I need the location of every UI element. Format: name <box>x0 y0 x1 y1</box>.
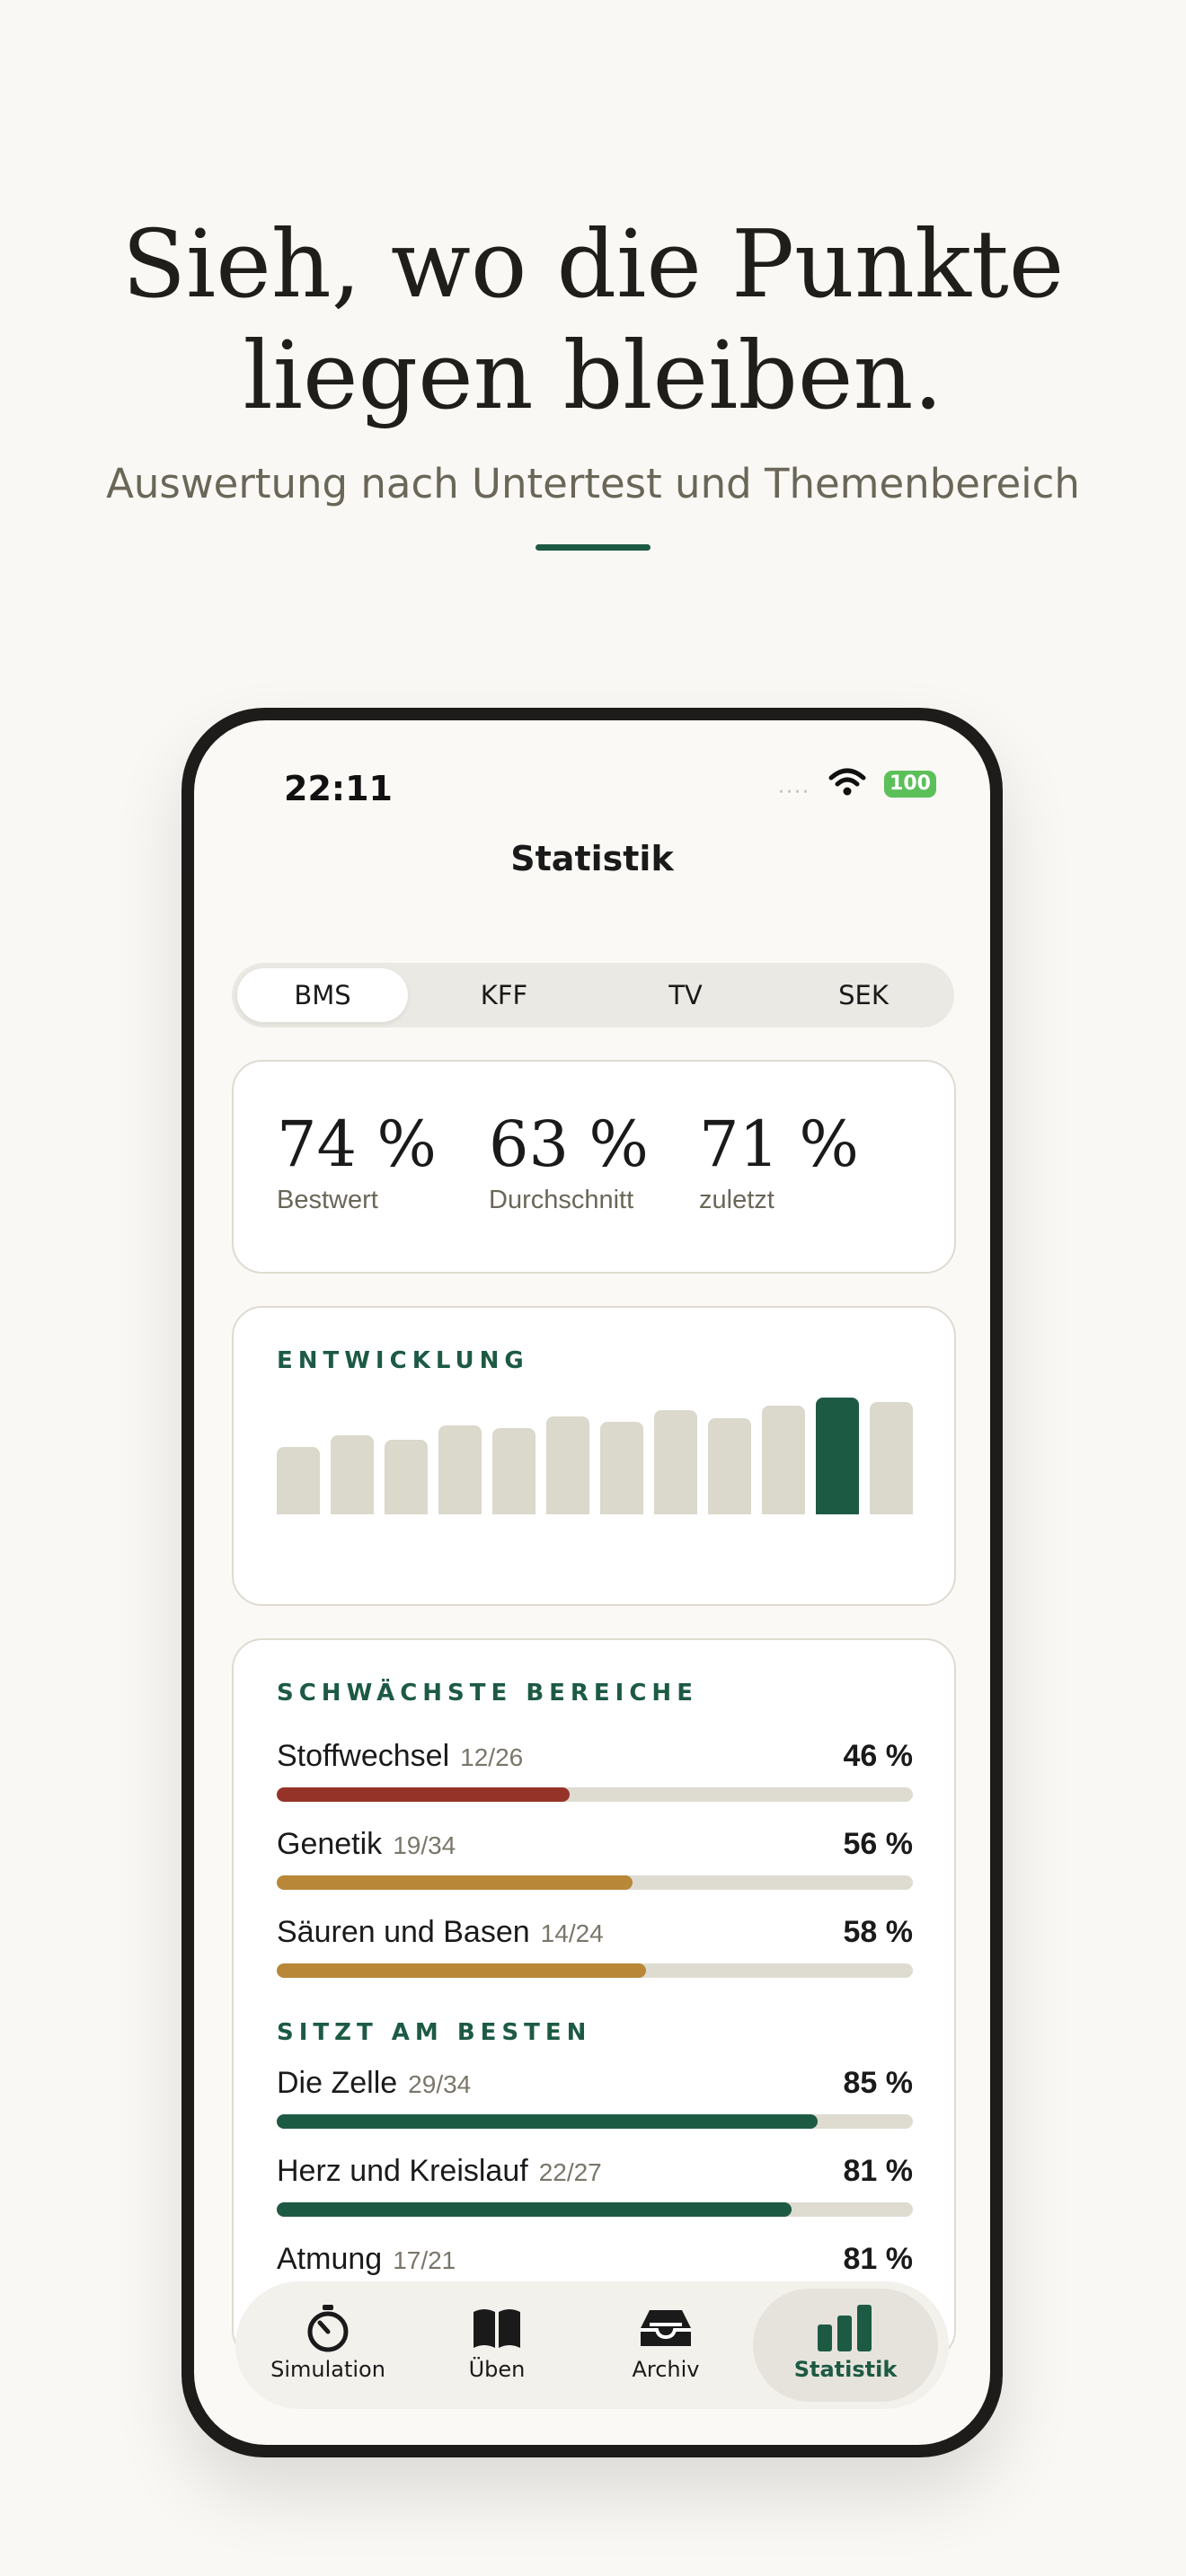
kpi-average-value: 63 % <box>489 1107 649 1181</box>
tab-ueben[interactable]: Üben <box>412 2281 582 2409</box>
segment-bms[interactable]: BMS <box>237 968 408 1022</box>
development-bar <box>492 1427 535 1514</box>
row-name: Atmung <box>277 2242 383 2276</box>
progress-track <box>277 2114 913 2129</box>
development-bar <box>870 1402 913 1514</box>
development-bar <box>385 1439 428 1514</box>
book-icon <box>412 2303 582 2353</box>
status-time: 22:11 <box>284 769 393 808</box>
development-bar <box>654 1410 697 1514</box>
progress-track <box>277 2202 913 2217</box>
kpi-latest: 71 % zuletzt <box>699 1108 859 1215</box>
tab-label: Simulation <box>270 2357 385 2382</box>
row-name: Die Zelle <box>277 2066 398 2100</box>
development-bar <box>438 1425 482 1514</box>
kpi-average: 63 % Durchschnitt <box>489 1108 649 1215</box>
row-score: 17/21 <box>393 2246 456 2274</box>
hero-headline: Sieh, wo die Punkte liegen bleiben. <box>0 208 1186 431</box>
row-percent: 81 % <box>843 2242 914 2276</box>
row-percent: 58 % <box>843 1915 914 1949</box>
accent-divider <box>535 544 651 551</box>
development-bar-chart <box>277 1398 913 1514</box>
kpi-latest-label: zuletzt <box>699 1186 774 1214</box>
row-score: 29/34 <box>408 2070 472 2098</box>
bar-chart-icon <box>753 2303 938 2353</box>
progress-fill <box>277 2202 792 2217</box>
tab-label: Statistik <box>793 2357 898 2382</box>
progress-track <box>277 1963 913 1978</box>
row-percent: 85 % <box>843 2066 914 2100</box>
battery-icon: 100 <box>884 771 936 798</box>
kpi-best-value: 74 % <box>277 1107 437 1181</box>
hero-subline: Auswertung nach Untertest und Themenbere… <box>106 460 1080 507</box>
row-percent: 56 % <box>843 1827 914 1861</box>
progress-fill <box>277 2114 818 2129</box>
row-name: Genetik <box>277 1827 383 1861</box>
development-bar <box>331 1434 374 1514</box>
row-percent: 81 % <box>843 2154 914 2188</box>
best-label: SITZT AM BESTEN <box>277 2019 592 2046</box>
development-bar <box>600 1422 643 1514</box>
development-bar <box>708 1418 751 1514</box>
wifi-icon <box>828 768 866 796</box>
phone-screen: 22:11 ···· 100 Statistik BMS KFF TV SEK … <box>194 720 990 2445</box>
row-score: 19/34 <box>393 1831 456 1859</box>
development-bar <box>277 1446 320 1514</box>
phone-frame: 22:11 ···· 100 Statistik BMS KFF TV SEK … <box>181 708 1003 2457</box>
row-score: 12/26 <box>460 1743 524 1771</box>
row-score: 14/24 <box>540 1919 604 1947</box>
row-name: Herz und Kreislauf <box>277 2154 528 2188</box>
segment-tv[interactable]: TV <box>600 968 771 1022</box>
progress-fill <box>277 1963 646 1978</box>
segment-kff[interactable]: KFF <box>419 968 589 1022</box>
row-name: Stoffwechsel <box>277 1739 450 1773</box>
development-label: ENTWICKLUNG <box>277 1347 529 1374</box>
tab-bar: Simulation Üben Archiv Statistik <box>235 2281 949 2409</box>
subtest-segmented-control: BMS KFF TV SEK <box>232 963 954 1028</box>
stopwatch-icon <box>243 2303 413 2353</box>
weakest-label: SCHWÄCHSTE BEREICHE <box>277 1680 698 1707</box>
tab-statistik[interactable]: Statistik <box>753 2289 938 2402</box>
kpi-best: 74 % Bestwert <box>277 1108 437 1215</box>
progress-track <box>277 1875 913 1890</box>
kpi-latest-value: 71 % <box>699 1107 859 1181</box>
tab-archiv[interactable]: Archiv <box>580 2281 751 2409</box>
kpi-card: 74 % Bestwert 63 % Durchschnitt 71 % zul… <box>232 1060 956 1274</box>
areas-card: SCHWÄCHSTE BEREICHE Stoffwechsel 12/26 46… <box>232 1638 956 2360</box>
progress-fill <box>277 1787 570 1802</box>
screen-title: Statistik <box>510 839 674 878</box>
progress-fill <box>277 1875 633 1890</box>
row-score: 22/27 <box>538 2158 602 2186</box>
hero-headline-line1: Sieh, wo die Punkte <box>121 209 1065 319</box>
row-percent: 46 % <box>843 1739 914 1773</box>
tab-label: Archiv <box>632 2357 700 2382</box>
cellular-signal-icon: ···· <box>778 781 810 804</box>
development-card: ENTWICKLUNG <box>232 1306 956 1606</box>
tab-simulation[interactable]: Simulation <box>243 2281 413 2409</box>
row-name: Säuren und Basen <box>277 1915 530 1949</box>
progress-track <box>277 1787 913 1802</box>
hero-headline-line2: liegen bleiben. <box>243 321 943 430</box>
development-bar <box>816 1398 859 1514</box>
development-bar <box>546 1416 589 1514</box>
segment-sek[interactable]: SEK <box>778 968 949 1022</box>
kpi-best-label: Bestwert <box>277 1186 378 1214</box>
kpi-average-label: Durchschnitt <box>489 1186 634 1214</box>
archive-icon <box>580 2303 751 2353</box>
development-bar <box>762 1406 805 1514</box>
tab-label: Üben <box>468 2357 526 2382</box>
